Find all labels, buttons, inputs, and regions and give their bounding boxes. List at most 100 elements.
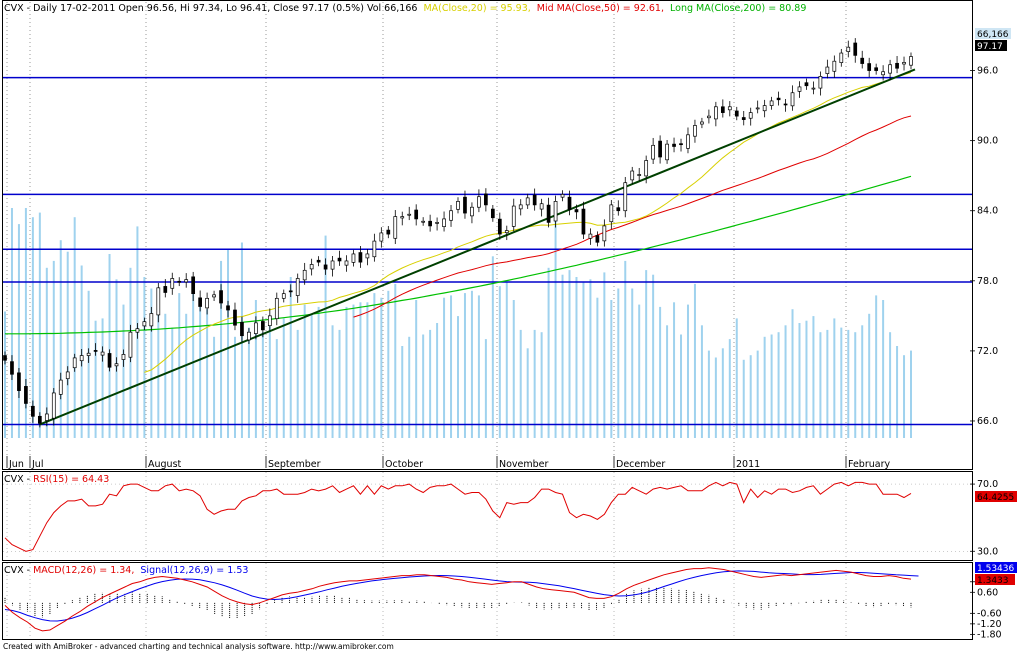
volume-bar [87, 290, 90, 438]
volume-bar [457, 316, 459, 438]
candle-body [44, 413, 49, 421]
volume-bar [380, 297, 383, 438]
candle-body [24, 386, 28, 404]
candle-body [902, 62, 906, 65]
volume-bar [610, 300, 613, 438]
candle-body [372, 240, 377, 258]
rsi-header: CVX - RSI(15) = 64.43 [4, 474, 109, 485]
volume-bar [854, 332, 857, 438]
candle-body [839, 52, 844, 63]
candle-body [17, 372, 21, 391]
month-label: December [616, 459, 665, 470]
volume-bar [261, 332, 264, 438]
candle-body [435, 222, 439, 224]
volume-bar [178, 293, 181, 438]
volume-bar [861, 325, 864, 438]
candle-body [679, 143, 683, 146]
macd-tick-label: -0.60 [977, 608, 1002, 619]
volume-bar [847, 329, 850, 438]
volume-bar [840, 327, 843, 438]
volume-bar [666, 325, 669, 438]
candle-body [456, 201, 460, 210]
volume-bar [519, 329, 522, 438]
macd-header-prefix: CVX - [4, 565, 33, 576]
volume-bar [791, 309, 794, 438]
volume-bar [213, 336, 216, 438]
candle-body [567, 196, 572, 210]
candle-body [142, 321, 147, 327]
volume-bar [317, 306, 320, 438]
candle-body [309, 264, 314, 270]
candle-body [323, 264, 328, 270]
candle-body [658, 140, 662, 158]
candle-body [135, 328, 140, 333]
candle-body [881, 71, 885, 76]
candle-body [867, 63, 872, 71]
candle-body [240, 322, 244, 337]
candle-body [10, 361, 14, 375]
volume-bar [331, 325, 334, 438]
candle-body [128, 331, 133, 358]
volume-bar [561, 274, 564, 438]
candle-body [741, 117, 746, 120]
candle-body [316, 259, 321, 263]
candle-body [205, 297, 209, 309]
footer-credit: Created with AmiBroker - advanced charti… [3, 642, 394, 651]
volume-bar [484, 339, 487, 438]
candle-body [714, 106, 718, 120]
volume-bar [805, 320, 808, 438]
candle-body [623, 182, 628, 212]
candle-body [156, 287, 161, 316]
candle-body [734, 110, 739, 117]
candle-body [602, 225, 607, 242]
candle-body [254, 322, 258, 334]
candle-body [790, 92, 795, 107]
candle-body [825, 66, 830, 74]
candle-body [428, 220, 432, 227]
month-label: 2011 [736, 459, 760, 470]
volume-bar [652, 274, 655, 438]
volume-bar [875, 295, 878, 438]
candle-body [609, 204, 614, 223]
volume-bar [352, 304, 355, 438]
rsi-header-label: RSI(15) = 64.43 [33, 474, 109, 485]
macd-header: CVX - MACD(12,26) = 1.34, Signal(12,26,9… [4, 565, 248, 576]
candle-body [630, 170, 635, 181]
candle-body [909, 56, 913, 66]
volume-bar [310, 313, 313, 438]
header-ma20: MA(Close,20) = 95.93, [423, 3, 530, 14]
candle-body [686, 134, 690, 149]
rsi-header-prefix: CVX - [4, 474, 33, 485]
candle-body [470, 206, 474, 217]
volume-bar [749, 355, 752, 438]
candle-body [546, 204, 551, 223]
volume-bar [819, 332, 822, 438]
candle-body [818, 76, 823, 89]
candle-body [504, 230, 509, 234]
volume-bar [735, 318, 738, 438]
volume-bar [10, 208, 13, 438]
candle-body [588, 233, 593, 239]
volume-bar [206, 309, 209, 438]
volume-bar [470, 290, 473, 438]
volume-bar [645, 270, 648, 438]
rsi-tick-label: 30.0 [977, 546, 998, 557]
candle-body [288, 290, 293, 293]
month-label: February [848, 459, 890, 470]
volume-bar [770, 334, 773, 438]
candle-body [3, 355, 7, 361]
volume-bar [233, 336, 236, 438]
candle-body [421, 220, 426, 223]
chart-root: Jun Jul August September October November Dece… [0, 0, 1024, 652]
volume-bar [742, 359, 745, 438]
candle-body [672, 143, 676, 147]
candle-body [895, 62, 899, 69]
candle-body [393, 216, 398, 239]
candle-body [65, 371, 70, 380]
candle-body [163, 286, 168, 293]
candle-body [637, 174, 642, 176]
candle-body [539, 203, 544, 210]
candle-body [776, 97, 781, 101]
price-tick-label: 84.0 [977, 206, 998, 217]
macd-header-signal: Signal(12,26,9) = 1.53 [140, 565, 248, 576]
